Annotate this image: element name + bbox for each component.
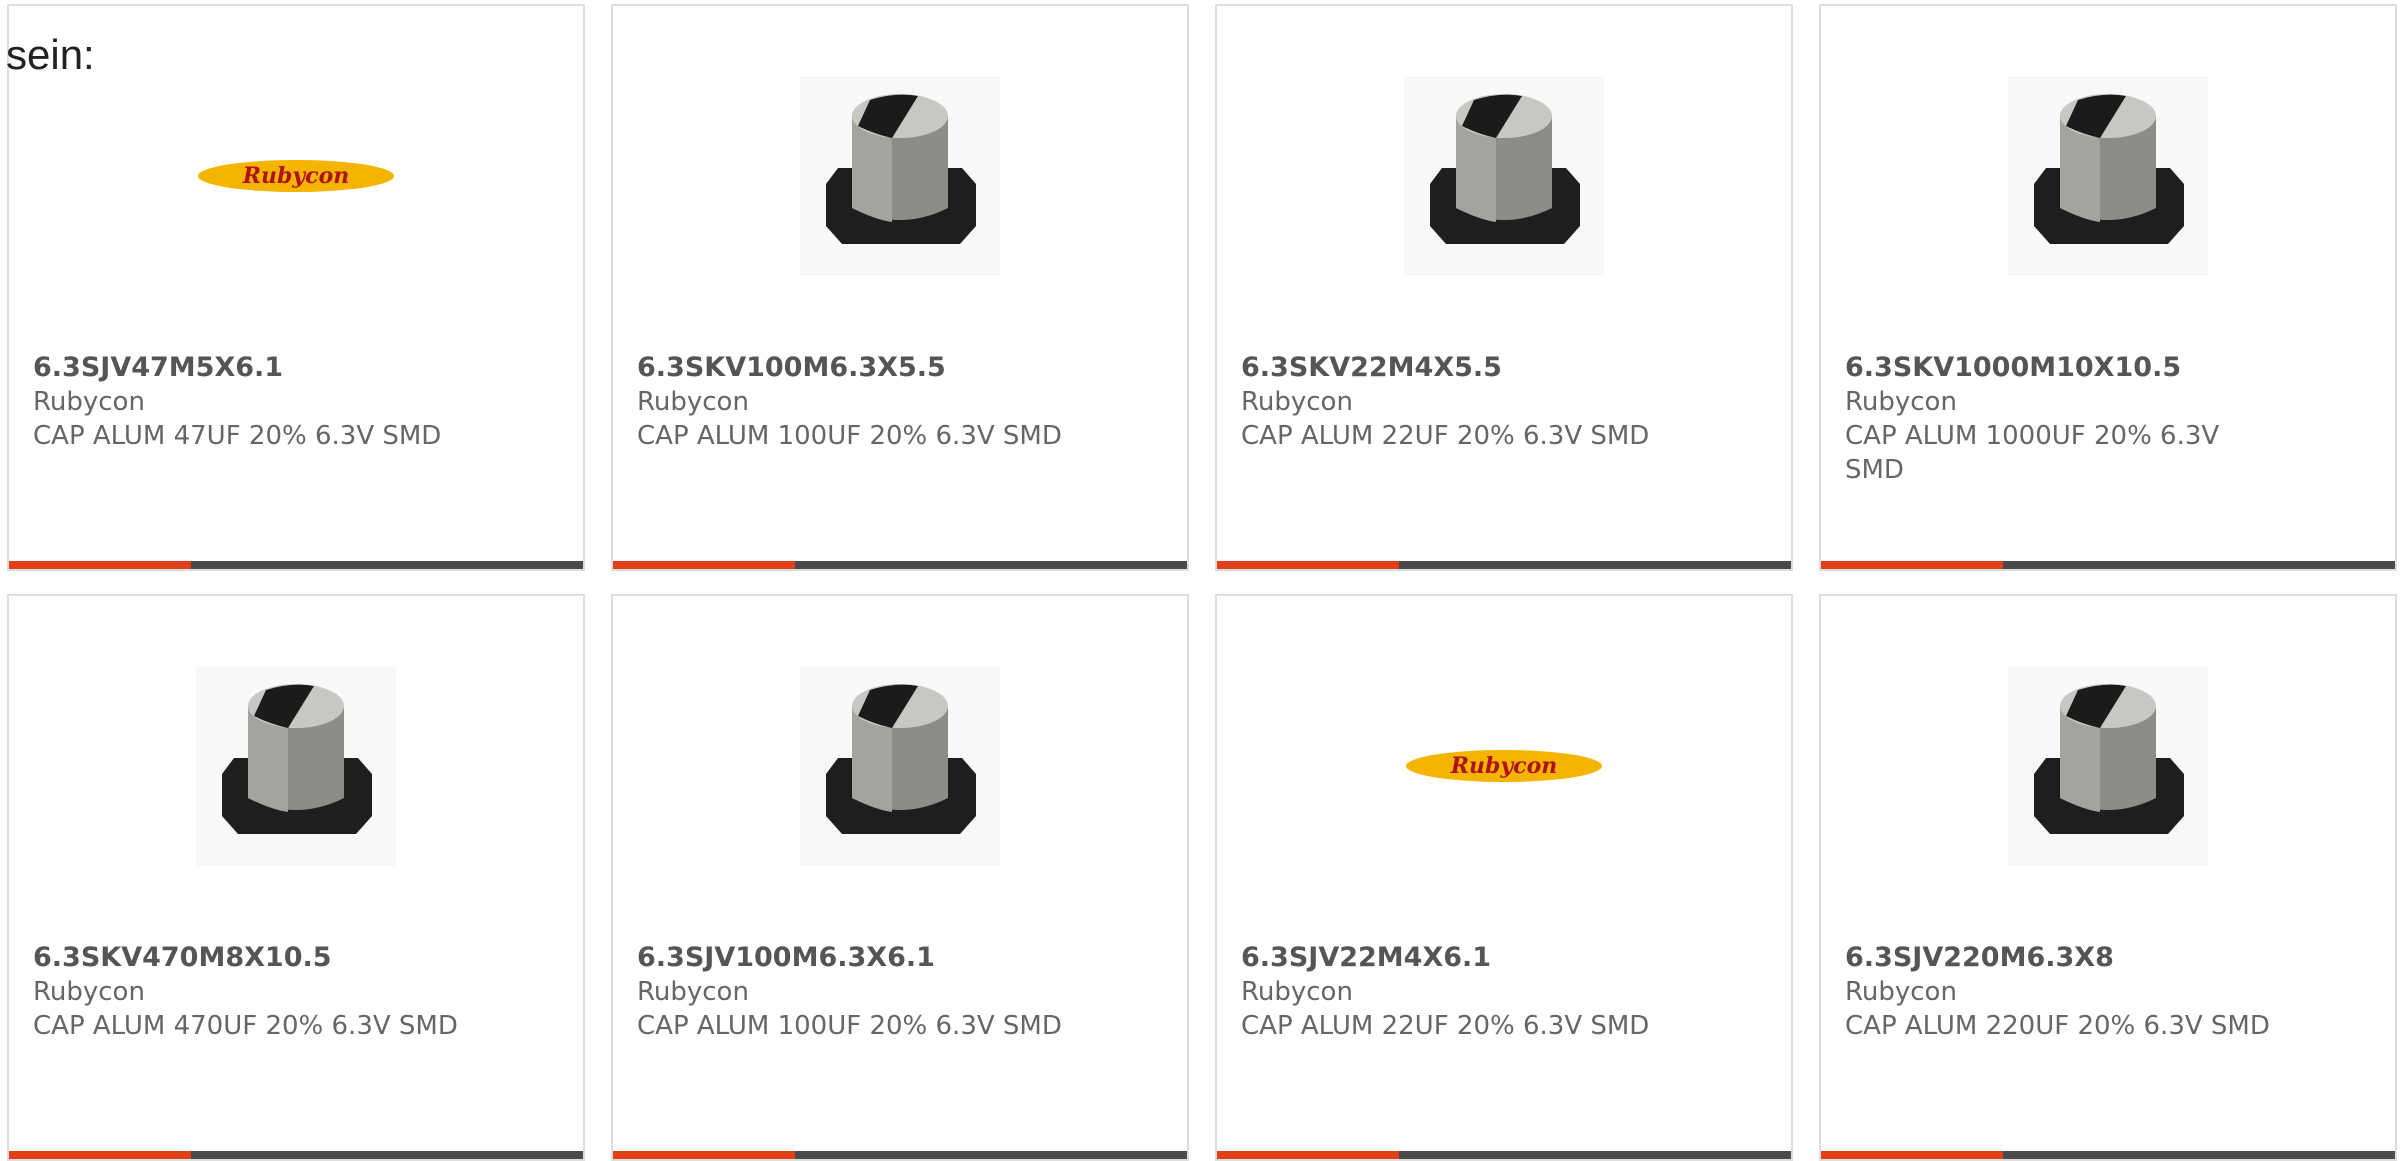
product-description: CAP ALUM 22UF 20% 6.3V SMD <box>1241 421 1650 451</box>
logo-text: Rubycon <box>1450 753 1558 779</box>
card-bottom-bar <box>613 1151 1187 1159</box>
card-bottom-bar <box>1217 1151 1791 1159</box>
product-image <box>800 666 1000 866</box>
card-bar-accent <box>1217 561 1399 569</box>
product-card-4[interactable]: 6.3SKV1000M10X10.5 Rubycon CAP ALUM 1000… <box>1819 4 2397 571</box>
product-description: CAP ALUM 1000UF 20% 6.3V SMD <box>1845 421 2220 485</box>
product-card-1[interactable]: Rubycon 6.3SJV47M5X6.1 Rubycon CAP ALUM … <box>7 4 585 571</box>
part-number[interactable]: 6.3SKV100M6.3X5.5 <box>637 351 1067 385</box>
product-info: 6.3SJV47M5X6.1 Rubycon CAP ALUM 47UF 20%… <box>33 351 463 453</box>
product-description: CAP ALUM 470UF 20% 6.3V SMD <box>33 1011 458 1041</box>
product-description: CAP ALUM 47UF 20% 6.3V SMD <box>33 421 442 451</box>
part-number[interactable]: 6.3SJV22M4X6.1 <box>1241 941 1671 975</box>
product-info: 6.3SKV100M6.3X5.5 Rubycon CAP ALUM 100UF… <box>637 351 1067 453</box>
card-bar-accent <box>613 1151 795 1159</box>
card-bottom-bar <box>613 561 1187 569</box>
product-card-7[interactable]: Rubycon 6.3SJV22M4X6.1 Rubycon CAP ALUM … <box>1215 594 1793 1161</box>
smd-capacitor-icon <box>1404 76 1604 276</box>
intro-text: sein: <box>6 31 95 78</box>
product-card-3[interactable]: 6.3SKV22M4X5.5 Rubycon CAP ALUM 22UF 20%… <box>1215 4 1793 571</box>
product-info: 6.3SKV1000M10X10.5 Rubycon CAP ALUM 1000… <box>1845 351 2275 487</box>
page: sein: Rubycon 6.3SJV47M5X6.1 Rubycon CAP… <box>0 0 2400 1161</box>
product-description: CAP ALUM 100UF 20% 6.3V SMD <box>637 1011 1062 1041</box>
product-card-6[interactable]: 6.3SJV100M6.3X6.1 Rubycon CAP ALUM 100UF… <box>611 594 1189 1161</box>
card-bottom-bar <box>1821 1151 2395 1159</box>
product-info: 6.3SJV100M6.3X6.1 Rubycon CAP ALUM 100UF… <box>637 941 1067 1043</box>
manufacturer-name: Rubycon <box>33 977 145 1007</box>
logo-text: Rubycon <box>242 163 350 189</box>
part-number[interactable]: 6.3SKV470M8X10.5 <box>33 941 463 975</box>
product-image <box>1404 76 1604 276</box>
manufacturer-name: Rubycon <box>1845 977 1957 1007</box>
rubycon-logo: Rubycon <box>198 160 394 192</box>
manufacturer-name: Rubycon <box>637 387 749 417</box>
smd-capacitor-icon <box>196 666 396 866</box>
product-card-2[interactable]: 6.3SKV100M6.3X5.5 Rubycon CAP ALUM 100UF… <box>611 4 1189 571</box>
product-info: 6.3SJV220M6.3X8 Rubycon CAP ALUM 220UF 2… <box>1845 941 2275 1043</box>
smd-capacitor-icon <box>2008 76 2208 276</box>
part-number[interactable]: 6.3SKV1000M10X10.5 <box>1845 351 2275 385</box>
manufacturer-name: Rubycon <box>33 387 145 417</box>
product-description: CAP ALUM 220UF 20% 6.3V SMD <box>1845 1011 2270 1041</box>
product-image <box>2008 666 2208 866</box>
product-card-8[interactable]: 6.3SJV220M6.3X8 Rubycon CAP ALUM 220UF 2… <box>1819 594 2397 1161</box>
manufacturer-name: Rubycon <box>1845 387 1957 417</box>
card-bar-accent <box>1821 561 2003 569</box>
smd-capacitor-icon <box>800 666 1000 866</box>
product-info: 6.3SJV22M4X6.1 Rubycon CAP ALUM 22UF 20%… <box>1241 941 1671 1043</box>
product-image: Rubycon <box>196 76 396 276</box>
part-number[interactable]: 6.3SJV220M6.3X8 <box>1845 941 2275 975</box>
product-image <box>2008 76 2208 276</box>
product-image <box>196 666 396 866</box>
smd-capacitor-icon <box>2008 666 2208 866</box>
card-bar-accent <box>613 561 795 569</box>
card-bar-accent <box>1821 1151 2003 1159</box>
product-image: Rubycon <box>1404 666 1604 866</box>
product-description: CAP ALUM 100UF 20% 6.3V SMD <box>637 421 1062 451</box>
product-image <box>800 76 1000 276</box>
card-bar-accent <box>9 561 191 569</box>
part-number[interactable]: 6.3SJV100M6.3X6.1 <box>637 941 1067 975</box>
part-number[interactable]: 6.3SKV22M4X5.5 <box>1241 351 1671 385</box>
card-bottom-bar <box>9 561 583 569</box>
product-info: 6.3SKV470M8X10.5 Rubycon CAP ALUM 470UF … <box>33 941 463 1043</box>
smd-capacitor-icon <box>800 76 1000 276</box>
card-bottom-bar <box>1821 561 2395 569</box>
manufacturer-name: Rubycon <box>1241 977 1353 1007</box>
card-bar-accent <box>1217 1151 1399 1159</box>
rubycon-logo: Rubycon <box>1406 750 1602 782</box>
product-description: CAP ALUM 22UF 20% 6.3V SMD <box>1241 1011 1650 1041</box>
card-bottom-bar <box>1217 561 1791 569</box>
manufacturer-name: Rubycon <box>1241 387 1353 417</box>
product-info: 6.3SKV22M4X5.5 Rubycon CAP ALUM 22UF 20%… <box>1241 351 1671 453</box>
product-card-5[interactable]: 6.3SKV470M8X10.5 Rubycon CAP ALUM 470UF … <box>7 594 585 1161</box>
manufacturer-name: Rubycon <box>637 977 749 1007</box>
card-bar-accent <box>9 1151 191 1159</box>
card-bottom-bar <box>9 1151 583 1159</box>
part-number[interactable]: 6.3SJV47M5X6.1 <box>33 351 463 385</box>
